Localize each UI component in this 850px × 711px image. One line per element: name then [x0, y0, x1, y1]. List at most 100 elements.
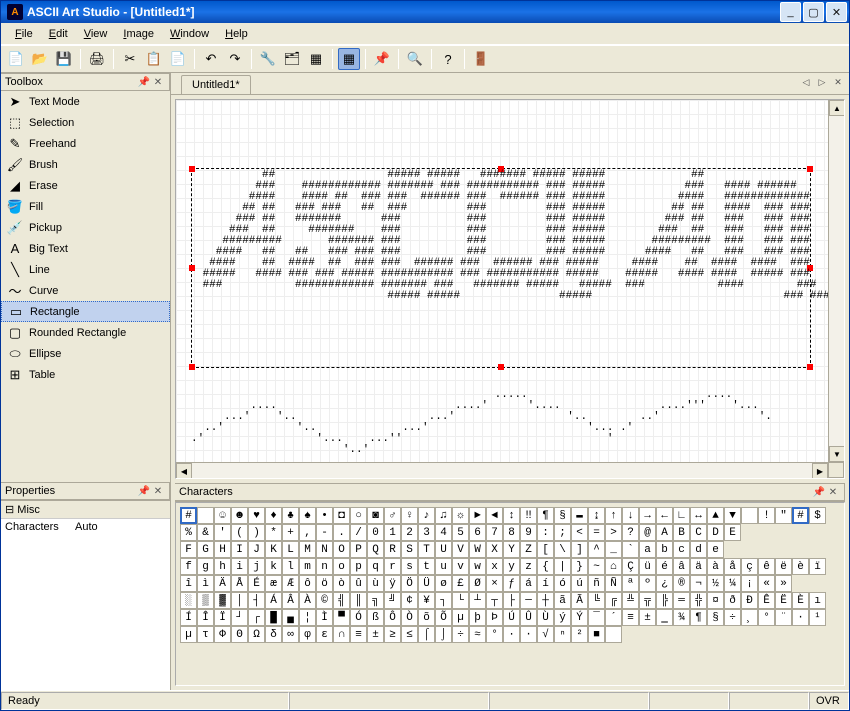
- char-cell[interactable]: Ý: [571, 609, 588, 626]
- scroll-left-icon[interactable]: ◀: [176, 463, 192, 479]
- menu-view[interactable]: View: [76, 25, 116, 43]
- char-cell[interactable]: ♥: [248, 507, 265, 524]
- char-cell[interactable]: ▬: [571, 507, 588, 524]
- tool-freehand[interactable]: ✎Freehand: [1, 133, 170, 154]
- char-cell[interactable]: Î: [197, 609, 214, 626]
- char-cell[interactable]: µ: [452, 609, 469, 626]
- char-cell[interactable]: Á: [265, 592, 282, 609]
- char-cell[interactable]: 9: [520, 524, 537, 541]
- char-cell[interactable]: ‗: [656, 609, 673, 626]
- char-cell[interactable]: 1: [384, 524, 401, 541]
- char-cell[interactable]: $: [809, 507, 826, 524]
- char-cell[interactable]: `: [622, 541, 639, 558]
- char-cell[interactable]: ÷: [452, 626, 469, 643]
- char-cell[interactable]: ╦: [639, 592, 656, 609]
- char-cell[interactable]: φ: [299, 626, 316, 643]
- char-cell[interactable]: ê: [758, 558, 775, 575]
- pin-icon[interactable]: 📌: [371, 48, 393, 70]
- scrollbar-horizontal[interactable]: ◀ ▶: [176, 462, 828, 478]
- toolbox-pin-icon[interactable]: 📌: [137, 75, 151, 89]
- redo-icon[interactable]: ↷: [224, 48, 246, 70]
- char-cell[interactable]: W: [469, 541, 486, 558]
- char-cell[interactable]: ': [214, 524, 231, 541]
- tool-rectangle[interactable]: ▭Rectangle: [1, 301, 170, 322]
- char-cell[interactable]: ñ: [588, 575, 605, 592]
- char-cell[interactable]: ⁿ: [554, 626, 571, 643]
- tool-rounded-rectangle[interactable]: ▢Rounded Rectangle: [1, 322, 170, 343]
- char-cell[interactable]: V: [452, 541, 469, 558]
- char-cell[interactable]: τ: [197, 626, 214, 643]
- char-cell[interactable]: î: [180, 575, 197, 592]
- char-cell[interactable]: x: [486, 558, 503, 575]
- char-cell[interactable]: b: [656, 541, 673, 558]
- char-cell[interactable]: y: [503, 558, 520, 575]
- char-cell[interactable]: j: [248, 558, 265, 575]
- minimize-button[interactable]: _: [780, 2, 801, 22]
- resize-handle-nw[interactable]: [189, 166, 195, 172]
- char-cell[interactable]: ⌡: [435, 626, 452, 643]
- char-cell[interactable]: ►: [469, 507, 486, 524]
- document-tab[interactable]: Untitled1*: [181, 75, 251, 94]
- char-cell[interactable]: ↨: [588, 507, 605, 524]
- char-cell[interactable]: M: [299, 541, 316, 558]
- resize-handle-se[interactable]: [807, 364, 813, 370]
- char-cell[interactable]: ı: [809, 592, 826, 609]
- char-cell[interactable]: ◘: [333, 507, 350, 524]
- char-cell[interactable]: ÷: [724, 609, 741, 626]
- char-cell[interactable]: ;: [554, 524, 571, 541]
- char-cell[interactable]: Æ: [282, 575, 299, 592]
- char-cell[interactable]: ¦: [299, 609, 316, 626]
- tool-text-mode[interactable]: ➤Text Mode: [1, 91, 170, 112]
- char-cell[interactable]: ▄: [282, 609, 299, 626]
- char-cell[interactable]: å: [724, 558, 741, 575]
- char-cell[interactable]: 8: [503, 524, 520, 541]
- char-cell[interactable]: *: [265, 524, 282, 541]
- chars-icon[interactable]: ▦: [305, 48, 327, 70]
- char-cell[interactable]: Θ: [231, 626, 248, 643]
- folder-icon[interactable]: 🗂: [281, 48, 303, 70]
- menu-edit[interactable]: Edit: [41, 25, 76, 43]
- char-cell[interactable]: .: [333, 524, 350, 541]
- char-cell[interactable]: ┐: [435, 592, 452, 609]
- char-cell[interactable]: ½: [707, 575, 724, 592]
- char-cell[interactable]: ∞: [282, 626, 299, 643]
- properties-close-icon[interactable]: ✕: [151, 484, 165, 498]
- char-cell[interactable]: Ø: [469, 575, 486, 592]
- char-cell[interactable]: q: [367, 558, 384, 575]
- char-cell[interactable]: ~: [588, 558, 605, 575]
- tab-close-icon[interactable]: ✕: [831, 75, 845, 89]
- new-icon[interactable]: 📄: [5, 48, 27, 70]
- char-cell[interactable]: m: [299, 558, 316, 575]
- char-cell[interactable]: ≥: [384, 626, 401, 643]
- char-cell[interactable]: ©: [316, 592, 333, 609]
- tools-icon[interactable]: 🔧: [257, 48, 279, 70]
- char-cell[interactable]: ]: [571, 541, 588, 558]
- char-cell[interactable]: s: [401, 558, 418, 575]
- char-cell[interactable]: °: [758, 609, 775, 626]
- tool-curve[interactable]: 〜Curve: [1, 280, 170, 301]
- char-cell[interactable]: 3: [418, 524, 435, 541]
- char-cell[interactable]: ô: [299, 575, 316, 592]
- char-cell[interactable]: ╠: [656, 592, 673, 609]
- char-cell[interactable]: ↕: [503, 507, 520, 524]
- char-cell[interactable]: |: [554, 558, 571, 575]
- char-cell[interactable]: Õ: [435, 609, 452, 626]
- char-cell[interactable]: :: [537, 524, 554, 541]
- char-cell[interactable]: K: [265, 541, 282, 558]
- paste-icon[interactable]: 📄: [167, 48, 189, 70]
- char-cell[interactable]: ♠: [299, 507, 316, 524]
- char-cell[interactable]: ε: [316, 626, 333, 643]
- char-cell[interactable]: i: [231, 558, 248, 575]
- close-button[interactable]: ✕: [826, 2, 847, 22]
- char-cell[interactable]: ¼: [724, 575, 741, 592]
- char-cell[interactable]: ¬: [690, 575, 707, 592]
- maximize-button[interactable]: ▢: [803, 2, 824, 22]
- menu-window[interactable]: Window: [162, 25, 217, 43]
- char-cell[interactable]: =: [588, 524, 605, 541]
- cut-icon[interactable]: ✂: [119, 48, 141, 70]
- tool-ellipse[interactable]: ⬭Ellipse: [1, 343, 170, 364]
- char-cell[interactable]: ⌂: [605, 558, 622, 575]
- char-cell[interactable]: O: [333, 541, 350, 558]
- scroll-right-icon[interactable]: ▶: [812, 463, 828, 479]
- undo-icon[interactable]: ↶: [200, 48, 222, 70]
